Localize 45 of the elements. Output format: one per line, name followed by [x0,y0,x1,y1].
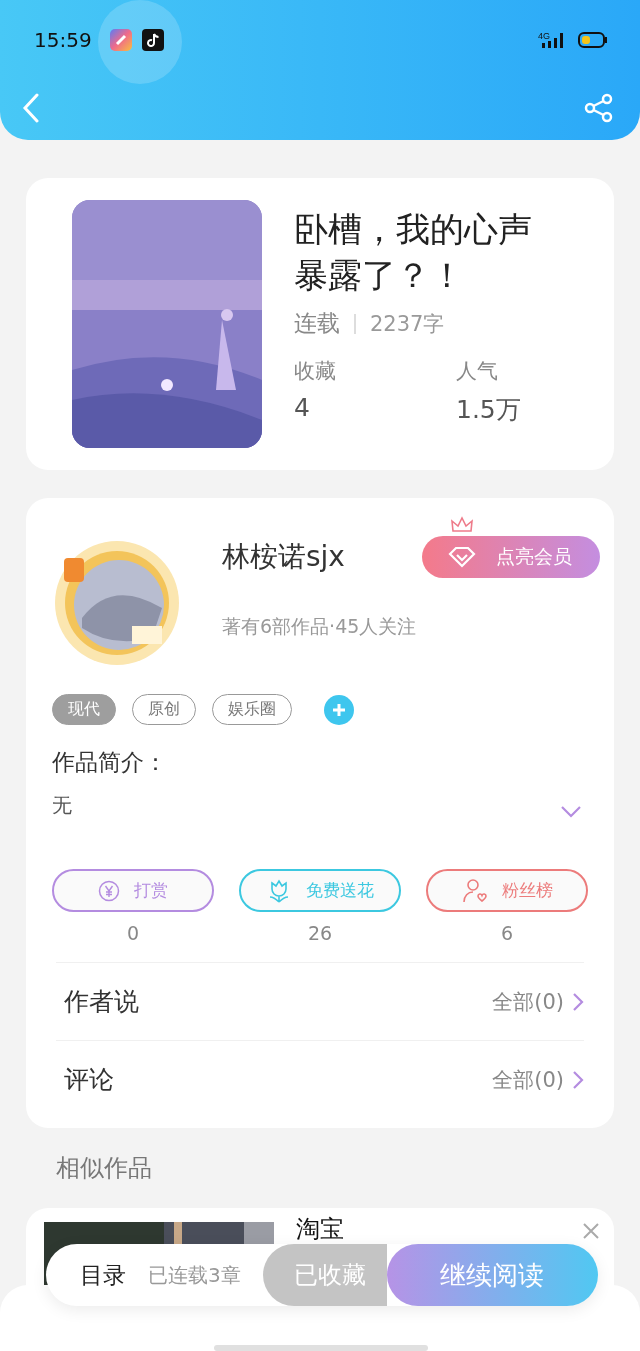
genre-tag[interactable]: 现代 [52,694,116,725]
section-label: 评论 [64,1064,114,1096]
catalog-button[interactable]: 目录 [80,1259,126,1291]
section-label: 作者说 [64,986,139,1018]
action-count: 26 [307,922,333,944]
action-button[interactable]: 粉丝榜 [426,869,588,912]
app-icon [109,29,132,51]
crown-icon [450,516,474,534]
author-stats: 著有6部作品·45人关注 [222,614,418,639]
yen-coin-icon [98,879,120,902]
view-all-link[interactable]: 全部(0) [492,1065,584,1094]
stat-value: 4 [294,393,311,424]
person-heart-icon [461,877,488,904]
genre-tag[interactable]: 原创 [132,694,196,725]
expand-icon[interactable] [560,805,582,819]
stat-value: 1.5万 [456,394,522,426]
serial-status: 连载 [294,309,340,338]
action-count: 6 [500,922,514,944]
similar-heading: 相似作品 [56,1153,153,1184]
genre-tag[interactable]: 娱乐圈 [212,694,292,725]
stat-label: 收藏 [294,358,337,385]
close-icon[interactable] [582,1222,600,1240]
intro-heading: 作品简介： [52,748,168,777]
add-icon[interactable] [324,694,354,725]
collected-button[interactable]: 已收藏 [262,1244,387,1306]
action-count: 0 [126,922,140,944]
book-title: 卧槽，我的心声暴露了？！ [294,208,533,297]
view-all-link[interactable]: 全部(0) [492,987,584,1016]
battery-icon [578,31,608,49]
continue-reading-button[interactable]: 继续阅读 [386,1244,598,1306]
diamond-icon [448,546,476,568]
action-button[interactable]: 免费送花 [239,869,401,912]
chapter-count: 已连载3章 [148,1261,241,1289]
action-button[interactable]: 打赏 [52,869,214,912]
author-name: 林桉诺sjx [222,539,345,575]
status-time: 15:59 [34,28,92,52]
stat-label: 人气 [456,358,499,385]
chevron-right-icon [572,991,584,1012]
word-count: 2237字 [370,310,445,338]
similar-book-title: 淘宝 [296,1216,344,1242]
chevron-right-icon [572,1069,584,1090]
back-icon[interactable] [22,93,40,123]
music-note-app-icon [141,29,164,51]
share-icon[interactable] [584,93,614,123]
intro-text: 无 [52,792,72,819]
